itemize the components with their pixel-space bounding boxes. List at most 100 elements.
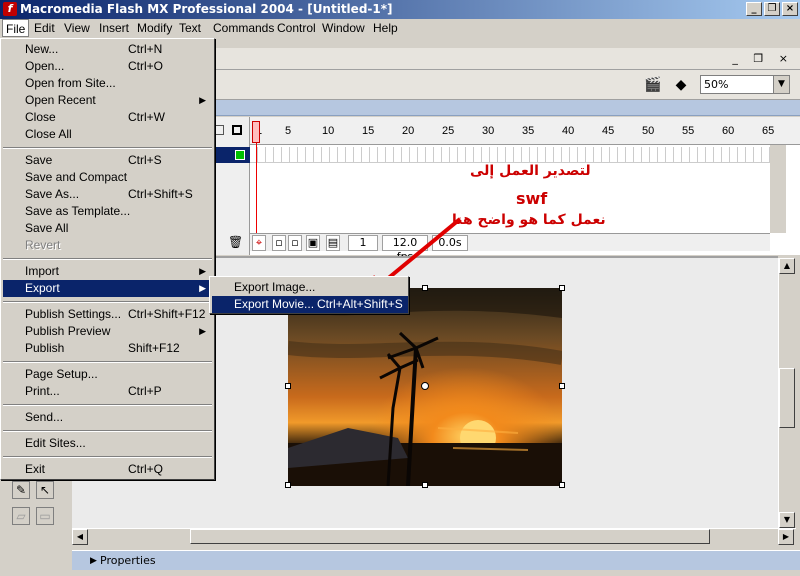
resize-handle[interactable] (285, 482, 291, 488)
submenu-arrow-icon: ▶ (199, 283, 206, 293)
properties-panel-header[interactable]: ▶ Properties (72, 550, 800, 570)
center-frame-icon[interactable]: ⌖ (252, 235, 266, 251)
timeline-scrollbar[interactable] (770, 145, 786, 233)
scroll-right-button[interactable]: ▶ (778, 529, 794, 545)
menu-item-open-recent[interactable]: Open Recent ▶ (3, 92, 212, 109)
menu-item-revert: Revert (3, 237, 212, 254)
title-bar: f Macromedia Flash MX Professional 2004 … (0, 0, 800, 19)
menu-text[interactable]: Text (176, 19, 204, 37)
menu-separator (3, 301, 212, 303)
menu-item-save-as-template[interactable]: Save as Template... (3, 203, 212, 220)
menu-separator (3, 430, 212, 432)
menu-item-shortcut: Ctrl+S (128, 153, 162, 167)
menu-help[interactable]: Help (370, 19, 401, 37)
scroll-left-button[interactable]: ◀ (72, 529, 88, 545)
resize-handle[interactable] (285, 383, 291, 389)
menu-item-import[interactable]: Import ▶ (3, 263, 212, 280)
scroll-down-button[interactable]: ▼ (779, 512, 795, 528)
menu-view[interactable]: View (61, 19, 93, 37)
restore-button[interactable]: ❐ (764, 2, 780, 16)
edit-scene-icon[interactable]: 🎬 (644, 76, 662, 94)
menu-item-shortcut: Ctrl+N (128, 42, 163, 56)
menu-modify[interactable]: Modify (134, 19, 175, 37)
menu-item-print[interactable]: Print... Ctrl+P (3, 383, 212, 400)
menu-item-label: Export Image... (234, 280, 316, 294)
scroll-up-button[interactable]: ▲ (779, 258, 795, 274)
menu-item-label: New... (25, 42, 59, 56)
outline-icon[interactable] (232, 125, 242, 135)
menu-control[interactable]: Control (274, 19, 319, 37)
stage-horizontal-scrollbar[interactable]: ◀ ▶ (72, 528, 796, 545)
scroll-thumb[interactable] (779, 368, 795, 428)
frame-number: 50 (642, 125, 655, 137)
menu-file[interactable]: File (2, 19, 30, 37)
menu-item-close-all[interactable]: Close All (3, 126, 212, 143)
menu-item-publish-preview[interactable]: Publish Preview ▶ (3, 323, 212, 340)
frame-number: 35 (522, 125, 535, 137)
zoom-value: 50% (704, 78, 729, 91)
menu-item-label: Export Movie... (234, 297, 315, 311)
menu-item-send[interactable]: Send... (3, 409, 212, 426)
minimize-button[interactable]: _ (746, 2, 762, 16)
chevron-down-icon[interactable]: ▼ (773, 76, 789, 93)
onion-skin-icon[interactable]: ▫ (272, 235, 286, 251)
menu-item-label: Export (25, 281, 60, 295)
frame-number: 15 (362, 125, 375, 137)
menu-item-label: Publish Settings... (25, 307, 122, 321)
annotation-line-1: لتصدير العمل إلى (470, 163, 591, 179)
ink-bottle-icon[interactable]: ✎ (12, 481, 30, 499)
menu-item-page-setup[interactable]: Page Setup... (3, 366, 212, 383)
menu-window[interactable]: Window (319, 19, 368, 37)
close-button[interactable]: × (782, 2, 798, 16)
menu-item-export[interactable]: Export ▶ (3, 280, 212, 297)
menu-item-shortcut: Ctrl+Shift+S (128, 187, 193, 201)
menu-item-export-movie[interactable]: Export Movie... Ctrl+Alt+Shift+S (212, 296, 408, 313)
menu-item-label: Close (25, 110, 56, 124)
frames-row[interactable] (250, 147, 770, 163)
menu-item-save-as[interactable]: Save As... Ctrl+Shift+S (3, 186, 212, 203)
edit-symbols-icon[interactable]: ◆ (672, 76, 690, 94)
resize-handle[interactable] (422, 482, 428, 488)
subselect-icon[interactable]: ↖ (36, 481, 54, 499)
window-controls: _ ❐ × (746, 2, 798, 16)
menu-item-label: Exit (25, 462, 46, 476)
menu-item-label: Publish (25, 341, 65, 355)
menu-commands[interactable]: Commands (210, 19, 277, 37)
playhead[interactable] (252, 121, 260, 143)
frame-number: 5 (285, 125, 292, 137)
menu-item-open[interactable]: Open... Ctrl+O (3, 58, 212, 75)
menu-separator (3, 404, 212, 406)
resize-handle[interactable] (559, 285, 565, 291)
resize-handle[interactable] (559, 383, 565, 389)
resize-handle[interactable] (559, 482, 565, 488)
eraser-icon[interactable]: ▭ (36, 507, 54, 525)
menu-item-save-all[interactable]: Save All (3, 220, 212, 237)
frame-number: 60 (722, 125, 735, 137)
menu-item-exit[interactable]: Exit Ctrl+Q (3, 461, 212, 478)
zoom-select[interactable]: 50% ▼ (700, 75, 790, 94)
menu-item-save-and-compact[interactable]: Save and Compact (3, 169, 212, 186)
lock-icon[interactable] (214, 125, 224, 135)
scroll-thumb[interactable] (190, 529, 710, 544)
document-window-controls[interactable]: _ ❐ × (732, 52, 794, 65)
frame-number: 40 (562, 125, 575, 137)
menu-item-new[interactable]: New... Ctrl+N (3, 41, 212, 58)
menu-item-open-from-site[interactable]: Open from Site... (3, 75, 212, 92)
menu-separator (3, 147, 212, 149)
menu-item-save[interactable]: Save Ctrl+S (3, 152, 212, 169)
menu-item-publish[interactable]: Publish Shift+F12 (3, 340, 212, 357)
menu-edit[interactable]: Edit (31, 19, 58, 37)
expand-arrow-icon[interactable]: ▶ (90, 551, 97, 571)
window-title: Macromedia Flash MX Professional 2004 - … (20, 2, 393, 16)
stage-vertical-scrollbar[interactable]: ▲ ▼ (778, 258, 796, 528)
menu-item-edit-sites[interactable]: Edit Sites... (3, 435, 212, 452)
menu-item-export-image[interactable]: Export Image... (212, 279, 408, 296)
paint-bucket-icon[interactable]: ▱ (12, 507, 30, 525)
menu-insert[interactable]: Insert (96, 19, 132, 37)
transform-pivot[interactable] (421, 382, 429, 390)
frame-ruler[interactable]: 1 5 10 15 20 25 30 35 40 45 50 55 60 65 (250, 117, 800, 145)
menu-item-close[interactable]: Close Ctrl+W (3, 109, 212, 126)
trash-icon[interactable]: 🗑 (228, 235, 243, 249)
menu-item-publish-settings[interactable]: Publish Settings... Ctrl+Shift+F12 (3, 306, 212, 323)
menu-item-shortcut: Ctrl+Shift+F12 (128, 307, 206, 321)
